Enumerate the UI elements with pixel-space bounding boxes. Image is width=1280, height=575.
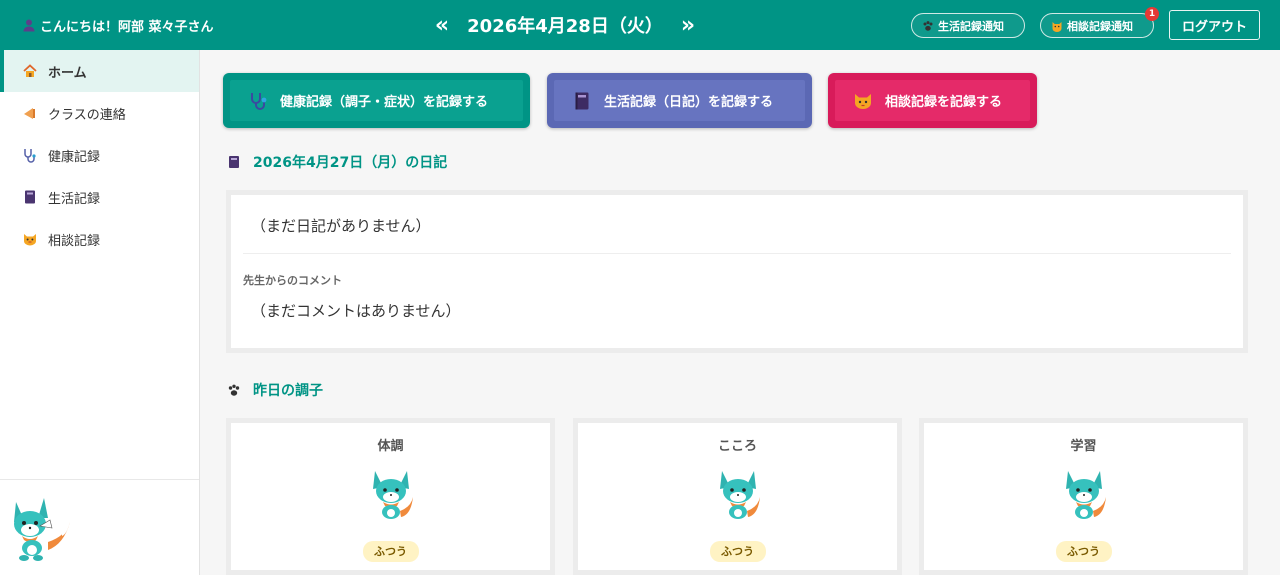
condition-title-text: 昨日の調子 xyxy=(253,383,323,399)
diary-section-title: 2026年4月27日（月）の日記 xyxy=(227,152,447,172)
house-icon xyxy=(22,63,38,79)
record-life-button[interactable]: 生活記録（日記）を記録する xyxy=(547,73,812,128)
logout-button[interactable]: ログアウト xyxy=(1169,10,1260,40)
condition-name: 学習 xyxy=(1070,439,1097,454)
teacher-comment-label: 先生からのコメント xyxy=(243,274,342,287)
current-date: 2026年4月28日（火） xyxy=(467,16,663,37)
record-consult-label: 相談記録を記録する xyxy=(885,95,1003,110)
notebook-icon xyxy=(22,189,38,205)
sidebar-item-consult[interactable]: 相談記録 xyxy=(0,218,199,260)
condition-level-badge: ふつう xyxy=(362,541,419,562)
condition-card-body: 体調 ふつう xyxy=(231,423,550,570)
record-life-label: 生活記録（日記）を記録する xyxy=(604,95,774,110)
record-consult-button[interactable]: 相談記録を記録する xyxy=(828,73,1037,128)
greeting: こんにちは！阿部 菜々子さん xyxy=(22,0,214,50)
record-health-label: 健康記録（調子・症状）を記録する xyxy=(280,95,489,110)
condition-section-title: 昨日の調子 xyxy=(227,380,323,400)
cat-face-icon xyxy=(1052,21,1062,32)
prev-day-button[interactable]: « xyxy=(430,13,454,38)
fox-mascot-icon xyxy=(1065,471,1106,519)
date-navigator: « 2026年4月28日（火） » xyxy=(430,0,700,50)
teacher-comment-text: （まだコメントはありません） xyxy=(251,302,461,320)
condition-card-study: 学習 ふつう xyxy=(924,423,1243,570)
sidebar-item-label: クラスの連絡 xyxy=(48,107,126,123)
fox-mascot-icon xyxy=(14,498,70,561)
life-notify-label: 生活記録通知 xyxy=(938,19,1004,33)
sidebar-item-home[interactable]: ホーム xyxy=(0,50,199,92)
cat-face-icon xyxy=(855,93,871,109)
record-health-button[interactable]: 健康記録（調子・症状）を記録する xyxy=(223,73,530,128)
next-day-button[interactable]: » xyxy=(676,13,700,38)
paw-icon xyxy=(228,384,240,396)
stethoscope-icon xyxy=(251,92,267,110)
diary-empty-text: （まだ日記がありません） xyxy=(251,217,431,235)
diary-title-text: 2026年4月27日（月）の日記 xyxy=(253,155,448,171)
condition-level-badge: ふつう xyxy=(1055,541,1112,562)
condition-level-badge: ふつう xyxy=(709,541,766,562)
sidebar-item-label: ホーム xyxy=(48,65,87,81)
notebook-icon xyxy=(575,92,589,109)
fox-mascot-icon xyxy=(719,471,760,519)
user-icon xyxy=(23,19,35,32)
condition-card-mind: こころ ふつう xyxy=(578,423,897,570)
divider xyxy=(243,253,1231,254)
megaphone-icon xyxy=(22,105,38,121)
sidebar-item-class-news[interactable]: クラスの連絡 xyxy=(0,92,199,134)
condition-name: こころ xyxy=(717,439,757,454)
sidebar-item-label: 相談記録 xyxy=(48,233,101,249)
condition-name: 体調 xyxy=(377,439,404,454)
mascot-area xyxy=(0,479,199,575)
fox-mascot-icon xyxy=(372,471,413,519)
sidebar-item-label: 生活記録 xyxy=(48,191,101,207)
greeting-text: こんにちは！阿部 菜々子さん xyxy=(40,19,214,35)
app-header: こんにちは！阿部 菜々子さん « 2026年4月28日（火） » 生活記録通知 … xyxy=(0,0,1280,50)
consult-notify-button[interactable]: 相談記録通知 1 xyxy=(1040,7,1159,38)
notification-badge: 1 xyxy=(1145,7,1159,21)
diary-card: （まだ日記がありません） 先生からのコメント （まだコメントはありません） xyxy=(231,195,1243,348)
sidebar-item-life[interactable]: 生活記録 xyxy=(0,176,199,218)
paw-icon xyxy=(923,20,933,31)
life-notify-button[interactable]: 生活記録通知 xyxy=(911,13,1025,38)
main-content: 健康記録（調子・症状）を記録する 生活記録（日記）を記録する 相談記録を記録する… xyxy=(200,50,1280,575)
sidebar: ホーム クラスの連絡 健康記録 生活記録 相談記録 xyxy=(0,50,200,575)
sidebar-item-health[interactable]: 健康記録 xyxy=(0,134,199,176)
notebook-icon xyxy=(229,156,239,168)
consult-notify-label: 相談記録通知 xyxy=(1067,19,1133,33)
stethoscope-icon xyxy=(22,147,38,163)
sidebar-item-label: 健康記録 xyxy=(48,149,101,165)
cat-face-icon xyxy=(22,231,38,247)
